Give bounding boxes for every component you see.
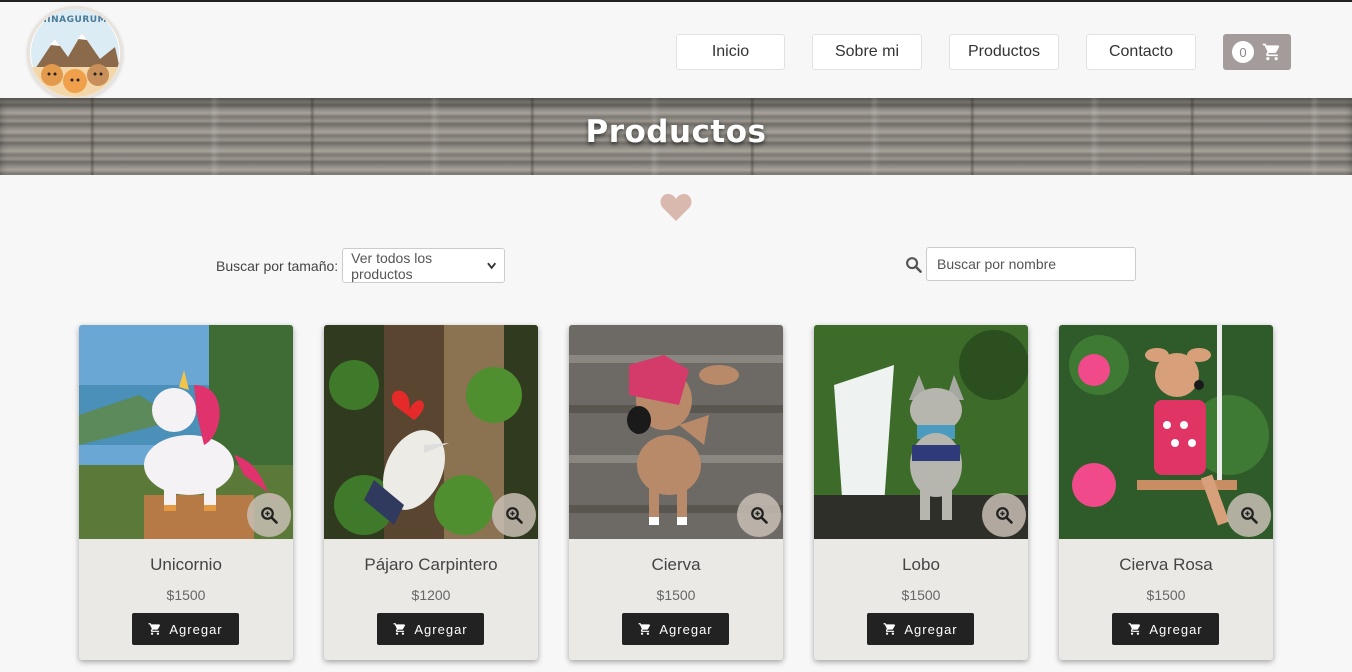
add-to-cart-label: Agregar xyxy=(904,621,958,637)
nav-sobre-mi[interactable]: Sobre mi xyxy=(812,34,922,70)
product-price: $1500 xyxy=(1146,587,1186,603)
name-search xyxy=(905,247,1136,281)
size-filter: Buscar por tamaño: Ver todos los product… xyxy=(216,248,506,283)
cart-icon xyxy=(393,623,406,635)
search-icon xyxy=(906,256,922,273)
product-name: Unicornio xyxy=(150,555,222,574)
zoom-in-icon xyxy=(996,507,1013,524)
add-to-cart-label: Agregar xyxy=(1149,621,1203,637)
add-to-cart-label: Agregar xyxy=(659,621,713,637)
product-image[interactable] xyxy=(79,325,293,539)
add-to-cart-button[interactable]: Agregar xyxy=(1112,613,1219,645)
page-title: Productos xyxy=(585,114,767,150)
product-price: $1500 xyxy=(656,587,696,603)
zoom-button[interactable] xyxy=(737,493,781,537)
product-name: Pájaro Carpintero xyxy=(364,555,498,574)
product-image[interactable] xyxy=(1059,325,1273,539)
product-card: Cierva Rosa $1500 Agregar xyxy=(1059,325,1273,660)
chevron-down-icon xyxy=(487,262,496,269)
product-image[interactable] xyxy=(814,325,1028,539)
nav-inicio[interactable]: Inicio xyxy=(676,34,785,70)
product-name: Lobo xyxy=(902,555,940,574)
add-to-cart-label: Agregar xyxy=(169,621,223,637)
cart-button[interactable]: 0 xyxy=(1223,34,1291,70)
zoom-in-icon xyxy=(751,507,768,524)
product-price: $1500 xyxy=(901,587,941,603)
cart-icon xyxy=(1262,43,1280,61)
size-select[interactable]: Ver todos los productos xyxy=(342,248,506,283)
site-logo[interactable]: CHINAGURUMIS xyxy=(27,6,123,100)
page-banner: Productos xyxy=(0,98,1352,175)
zoom-in-icon xyxy=(1241,507,1258,524)
zoom-in-icon xyxy=(261,507,278,524)
cart-icon xyxy=(148,623,161,635)
nav-productos[interactable]: Productos xyxy=(949,34,1059,70)
product-card: Unicornio $1500 Agregar xyxy=(79,325,293,660)
cart-icon xyxy=(883,623,896,635)
product-price: $1200 xyxy=(411,587,451,603)
site-header: CHINAGURUMIS Inicio Sobre mi Productos C… xyxy=(0,2,1352,100)
heart-icon xyxy=(660,194,692,221)
add-to-cart-label: Agregar xyxy=(414,621,468,637)
logo-text: CHINAGURUMIS xyxy=(32,15,118,25)
product-card: Lobo $1500 Agregar xyxy=(814,325,1028,660)
zoom-button[interactable] xyxy=(1227,493,1271,537)
zoom-button[interactable] xyxy=(492,493,536,537)
nav-contacto[interactable]: Contacto xyxy=(1086,34,1196,70)
product-name: Cierva xyxy=(651,555,701,574)
product-image[interactable] xyxy=(324,325,538,539)
zoom-button[interactable] xyxy=(247,493,291,537)
product-grid: Unicornio $1500 Agregar Pájaro Carpinter… xyxy=(79,325,1273,660)
size-filter-label: Buscar por tamaño: xyxy=(216,257,339,274)
cart-icon xyxy=(638,623,651,635)
product-image[interactable] xyxy=(569,325,783,539)
product-card: Cierva $1500 Agregar xyxy=(569,325,783,660)
product-price: $1500 xyxy=(166,587,206,603)
cart-count-badge: 0 xyxy=(1232,41,1254,63)
main-nav: Inicio Sobre mi Productos Contacto 0 xyxy=(676,34,1291,70)
add-to-cart-button[interactable]: Agregar xyxy=(377,613,484,645)
add-to-cart-button[interactable]: Agregar xyxy=(622,613,729,645)
search-input[interactable] xyxy=(926,247,1136,281)
zoom-button[interactable] xyxy=(982,493,1026,537)
cart-icon xyxy=(1128,623,1141,635)
add-to-cart-button[interactable]: Agregar xyxy=(867,613,974,645)
product-name: Cierva Rosa xyxy=(1119,555,1213,574)
add-to-cart-button[interactable]: Agregar xyxy=(132,613,239,645)
zoom-in-icon xyxy=(506,507,523,524)
product-card: Pájaro Carpintero $1200 Agregar xyxy=(324,325,538,660)
size-select-value: Ver todos los productos xyxy=(351,249,433,282)
